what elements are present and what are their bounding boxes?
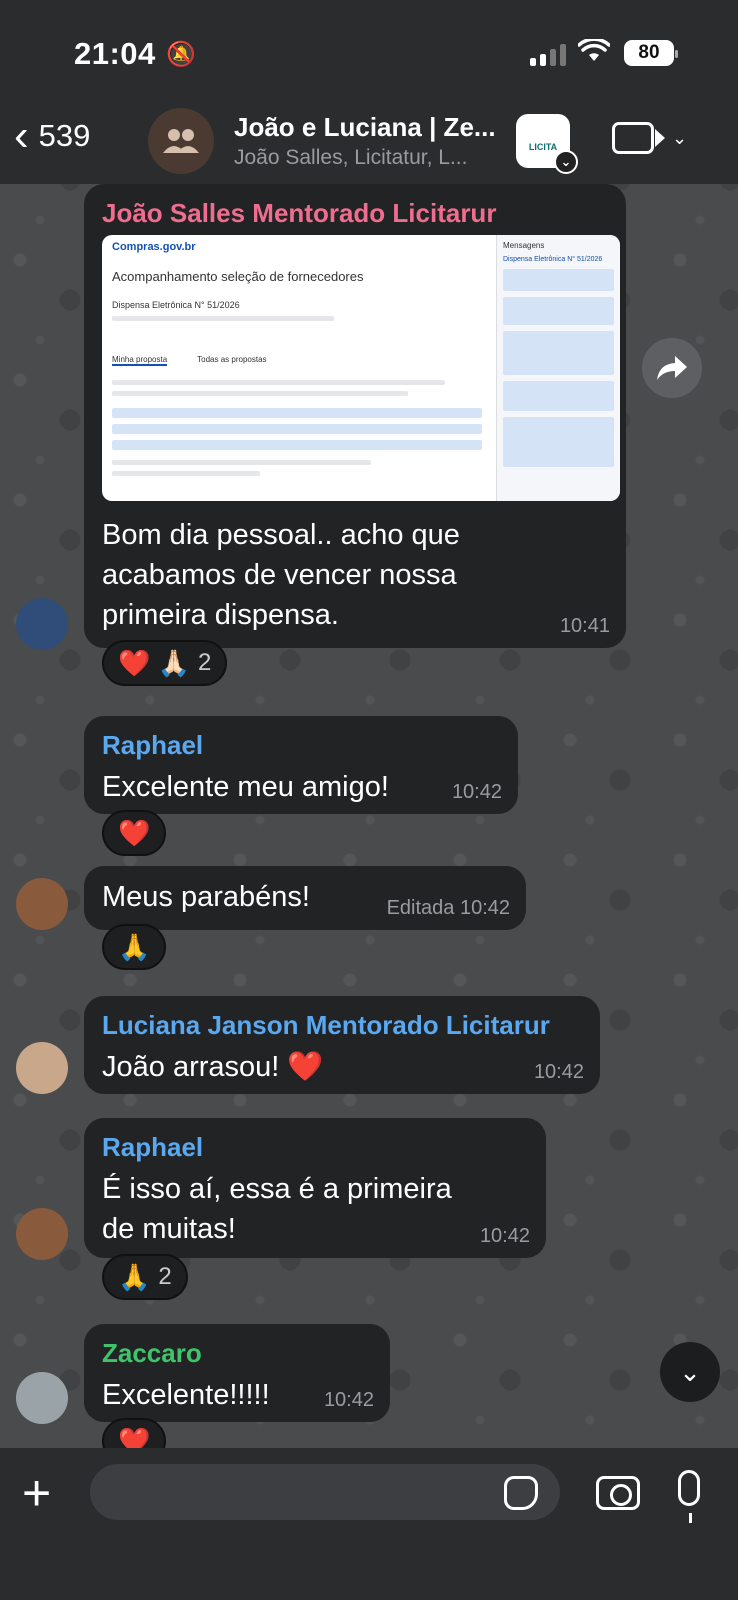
avatar[interactable]	[16, 1208, 68, 1260]
reaction-emojis: ❤️ 🙏🏻	[118, 647, 190, 678]
reaction-pill[interactable]: 🙏 2	[102, 1254, 188, 1300]
message-time: 10:42	[479, 1225, 530, 1247]
reaction-emojis: 🙏	[118, 1261, 151, 1292]
message-time: Editada 10:42	[386, 897, 510, 919]
chat-title[interactable]: João e Luciana | Ze...	[234, 112, 496, 143]
unread-count: 539	[38, 118, 91, 153]
screenshot-title: Acompanhamento seleção de fornecedores	[112, 269, 364, 284]
chat-subtitle[interactable]: João Salles, Licitatur, L...	[234, 146, 467, 170]
composer-bar: +	[0, 1448, 738, 1600]
reaction-count: 2	[197, 649, 212, 676]
signal-icon	[530, 44, 566, 66]
message-text: Bom dia pessoal.. acho que acabamos de v…	[102, 519, 460, 631]
chevron-down-icon: ⌄	[679, 1356, 701, 1387]
sticker-icon[interactable]	[504, 1476, 538, 1510]
screenshot-logo: Compras.gov.br	[112, 241, 196, 253]
avatar[interactable]	[16, 1372, 68, 1424]
avatar[interactable]	[16, 1042, 68, 1094]
battery-icon: 80	[624, 40, 678, 66]
sender-name[interactable]: Raphael	[102, 730, 500, 761]
message-text: Excelente meu amigo!	[102, 771, 389, 803]
message-bubble[interactable]: Raphael Excelente meu amigo! 10:42	[84, 716, 518, 814]
app-icon-label: LICITA	[528, 142, 558, 152]
chevron-left-icon: ‹	[14, 111, 29, 160]
attached-screenshot[interactable]: Compras.gov.br Acompanhamento seleção de…	[102, 235, 620, 501]
message-bubble[interactable]: Zaccaro Excelente!!!!! 10:42	[84, 1324, 390, 1422]
chevron-down-icon: ⌄	[672, 127, 688, 148]
top-bar: 21:04 🔕 80 ‹ 539 João e Luciana | Ze... …	[0, 0, 738, 184]
reaction-pill[interactable]: 🙏	[102, 924, 167, 970]
message-time: 10:42	[451, 781, 502, 803]
app-shortcut-icon[interactable]: LICITA ⌄	[516, 114, 578, 174]
microphone-icon[interactable]	[678, 1470, 700, 1523]
bell-off-icon: 🔕	[166, 41, 196, 68]
screenshot-tab: Todas as propostas	[197, 355, 267, 364]
sender-name[interactable]: Luciana Janson Mentorado Licitarur	[102, 1010, 582, 1041]
reaction-emojis: ❤️	[118, 817, 151, 848]
message-time: 10:42	[533, 1061, 584, 1083]
message-bubble[interactable]: Luciana Janson Mentorado Licitarur João …	[84, 996, 600, 1094]
message-time: 10:41	[559, 615, 610, 637]
sender-name[interactable]: Zaccaro	[102, 1338, 372, 1369]
screenshot-tab: Minha proposta	[112, 355, 168, 366]
back-button[interactable]: ‹ 539	[14, 111, 91, 160]
camera-icon[interactable]	[596, 1476, 640, 1510]
group-avatar[interactable]	[148, 108, 214, 174]
scroll-to-bottom-button[interactable]: ⌄	[660, 1342, 720, 1402]
wifi-icon	[577, 37, 611, 70]
reaction-pill[interactable]: ❤️	[102, 810, 167, 856]
avatar[interactable]	[16, 598, 68, 650]
screenshot-subtitle: Dispensa Eletrônica N° 51/2026	[112, 300, 240, 310]
sender-name[interactable]: Raphael	[102, 1132, 528, 1163]
reaction-count: 2	[158, 1263, 172, 1290]
plus-icon[interactable]: +	[22, 1468, 51, 1518]
message-time: 10:42	[323, 1389, 374, 1411]
avatar[interactable]	[16, 878, 68, 930]
message-bubble[interactable]: Raphael É isso aí, essa é a primeira de …	[84, 1118, 546, 1258]
video-camera-icon	[612, 122, 665, 154]
screenshot-panel-subtitle: Dispensa Eletrônica N° 51/2026	[503, 256, 603, 263]
message-bubble[interactable]: João Salles Mentorado Licitarur Compras.…	[84, 184, 626, 648]
video-call-button[interactable]: ⌄	[612, 122, 687, 154]
message-bubble[interactable]: Meus parabéns! Editada 10:42	[84, 866, 526, 930]
status-time: 21:04	[74, 36, 156, 71]
message-text: É isso aí, essa é a primeira de muitas!	[102, 1173, 452, 1245]
chevron-down-icon: ⌄	[554, 150, 578, 174]
reaction-emojis: 🙏	[118, 931, 151, 962]
forward-button[interactable]	[642, 338, 702, 398]
message-input[interactable]	[90, 1464, 560, 1520]
screenshot-panel-title: Mensagens	[503, 241, 545, 250]
message-text: João arrasou! ❤️	[102, 1051, 324, 1083]
reaction-pill[interactable]: ❤️ 🙏🏻 2	[102, 640, 228, 686]
sender-name[interactable]: João Salles Mentorado Licitarur	[102, 198, 608, 229]
